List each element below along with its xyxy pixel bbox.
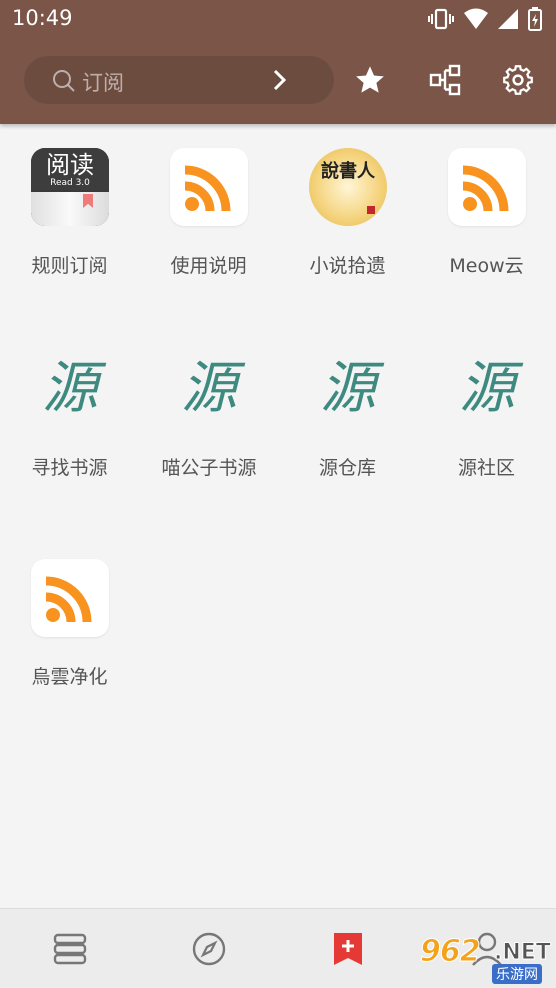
- chevron-right-icon[interactable]: [272, 69, 288, 91]
- battery-icon: [528, 7, 542, 31]
- signal-icon: [498, 9, 518, 29]
- subscription-item[interactable]: 源 喵公子书源: [139, 326, 278, 526]
- novel-calligraphy-icon: 說書人: [309, 148, 387, 226]
- subscription-label: 使用说明: [170, 255, 247, 277]
- subscription-item[interactable]: Meow云: [417, 124, 556, 324]
- source-calligraphy-icon: 源: [320, 356, 376, 421]
- subscription-label: 喵公子书源: [161, 457, 257, 479]
- subscription-label: 烏雲净化: [31, 666, 108, 688]
- source-calligraphy-icon: 源: [459, 356, 515, 421]
- bookshelf-icon: [53, 933, 87, 965]
- nav-subscription[interactable]: [328, 929, 368, 969]
- compass-icon: [192, 932, 226, 966]
- sitemap-icon: [429, 64, 461, 96]
- settings-button[interactable]: [500, 62, 536, 98]
- read-app-icon: 阅读 Read 3.0: [31, 148, 109, 226]
- rss-icon: [31, 559, 109, 637]
- subscription-label: 寻找书源: [31, 457, 108, 479]
- subscription-label: 规则订阅: [31, 255, 108, 277]
- subscription-item[interactable]: 源 源仓库: [278, 326, 417, 526]
- status-icons: [428, 7, 542, 31]
- subscription-label: 小说拾遗: [309, 255, 386, 277]
- subscription-item[interactable]: 使用说明: [139, 124, 278, 324]
- source-calligraphy-icon: 源: [181, 356, 237, 421]
- bookmark-icon: [334, 933, 362, 965]
- vibrate-icon: [428, 8, 454, 30]
- nav-discover[interactable]: [189, 929, 229, 969]
- status-time: 10:49: [12, 6, 73, 30]
- subscription-item[interactable]: 源 寻找书源: [0, 326, 139, 526]
- app-bar: 10:49 订阅: [0, 0, 556, 124]
- search-placeholder: 订阅: [82, 71, 124, 95]
- favorites-button[interactable]: [352, 62, 388, 98]
- status-bar: 10:49: [0, 0, 556, 40]
- nav-bookshelf[interactable]: [50, 929, 90, 969]
- group-button[interactable]: [427, 62, 463, 98]
- search-icon: [53, 70, 75, 92]
- source-calligraphy-icon: 源: [42, 356, 98, 421]
- subscription-label: Meow云: [449, 255, 524, 277]
- star-icon: [356, 66, 384, 93]
- subscription-item[interactable]: 烏雲净化: [0, 535, 139, 735]
- wifi-icon: [464, 8, 488, 29]
- subscription-label: 源仓库: [318, 457, 376, 479]
- rss-icon: [170, 148, 248, 226]
- subscription-item[interactable]: 阅读 Read 3.0 规则订阅: [0, 124, 139, 324]
- subscription-item[interactable]: 說書人 小说拾遗: [278, 124, 417, 324]
- subscription-item[interactable]: 源 源社区: [417, 326, 556, 526]
- gear-icon: [503, 65, 533, 95]
- search-input[interactable]: 订阅: [24, 56, 334, 104]
- watermark-logo: 962 .NET 乐游网: [420, 934, 551, 984]
- rss-icon: [448, 148, 526, 226]
- subscription-label: 源社区: [457, 457, 515, 479]
